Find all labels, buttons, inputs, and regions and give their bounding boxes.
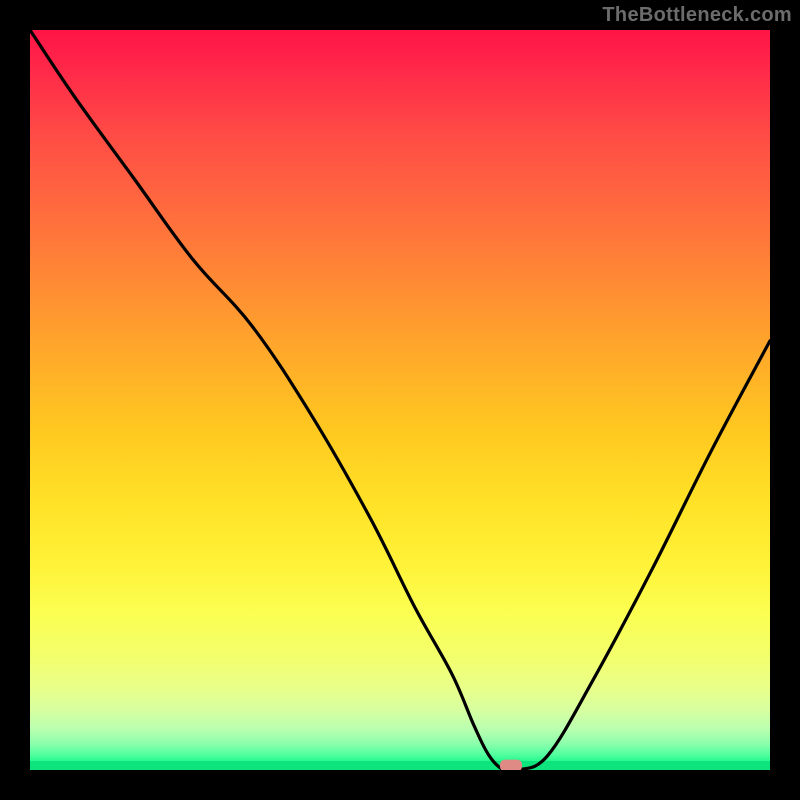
watermark-text: TheBottleneck.com (602, 4, 792, 27)
bottleneck-curve-line (30, 30, 770, 770)
chart-frame: TheBottleneck.com (0, 0, 800, 800)
plot-area (30, 30, 770, 770)
bottleneck-curve-svg (30, 30, 770, 770)
optimal-point-marker (500, 760, 522, 770)
